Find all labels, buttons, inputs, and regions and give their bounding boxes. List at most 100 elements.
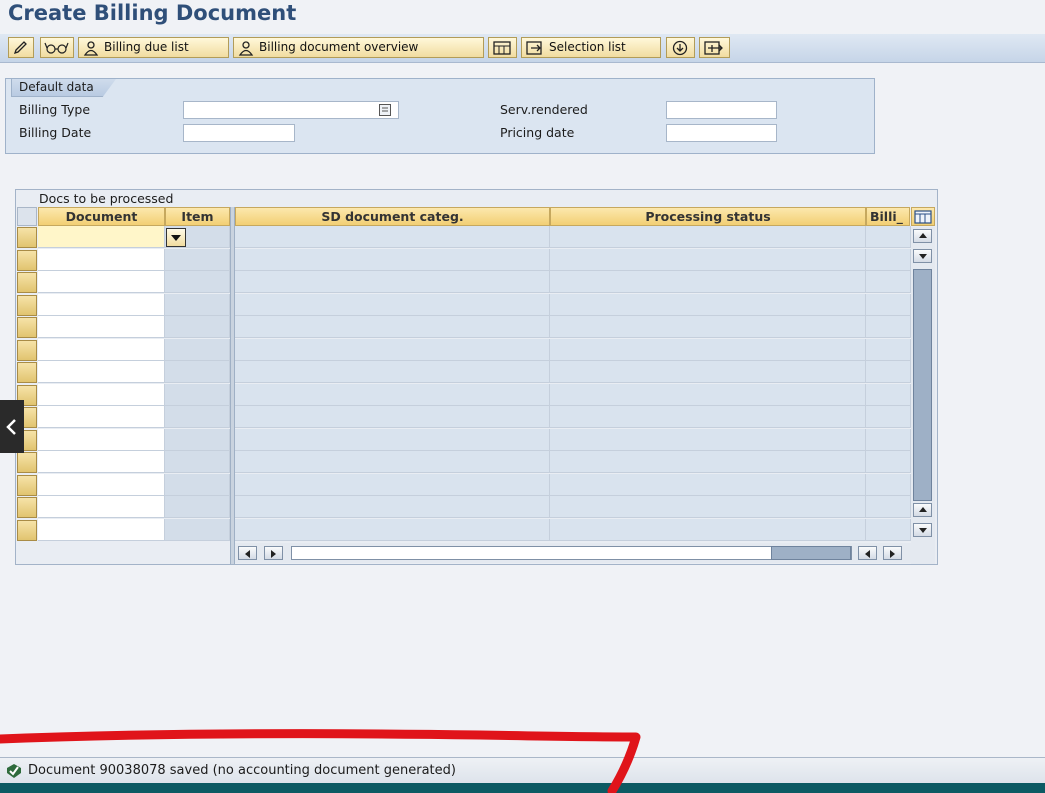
item-cell[interactable] [165, 361, 230, 383]
scroll-right-button[interactable] [264, 546, 283, 560]
item-dropdown-button[interactable] [166, 228, 186, 247]
select-all-cell[interactable] [17, 207, 37, 226]
document-cell[interactable] [38, 338, 165, 361]
chevron-left-icon [6, 418, 16, 435]
document-cell[interactable] [38, 406, 165, 428]
scroll-down-button[interactable] [913, 249, 932, 263]
billing-cell [866, 271, 911, 293]
selection-list-button[interactable]: Selection list [521, 37, 661, 58]
item-cell[interactable] [165, 518, 230, 541]
col-item[interactable]: Item [165, 207, 230, 226]
billing-cell [866, 248, 911, 271]
default-data-group: Default data Billing Type Billing Date S… [5, 78, 875, 154]
selection-list-label: Selection list [549, 40, 626, 54]
sd-document-categ-cell [235, 428, 550, 451]
scroll-thumb[interactable] [913, 269, 932, 501]
billing-due-list-button[interactable]: Billing due list [78, 37, 229, 58]
col-sd-document-categ[interactable]: SD document categ. [235, 207, 550, 226]
document-cell[interactable] [38, 428, 165, 451]
billing-cell [866, 226, 911, 248]
item-cell[interactable] [165, 496, 230, 518]
item-cell[interactable] [165, 293, 230, 316]
item-cell[interactable] [165, 473, 230, 496]
row-selector[interactable] [17, 497, 37, 518]
row-selector[interactable] [17, 294, 37, 316]
expand-button[interactable] [666, 37, 695, 58]
sd-document-categ-cell [235, 473, 550, 496]
billing-date-label: Billing Date [19, 125, 92, 140]
document-cell[interactable] [38, 248, 165, 271]
billing-date-input[interactable] [183, 124, 295, 142]
row-selector[interactable] [17, 452, 37, 473]
sd-document-categ-cell [235, 271, 550, 293]
col-processing-status[interactable]: Processing status [550, 207, 866, 226]
item-cell[interactable] [165, 271, 230, 293]
add-entry-button[interactable] [699, 37, 730, 58]
billing-due-list-label: Billing due list [104, 40, 189, 54]
document-cell[interactable] [38, 451, 165, 473]
row-selector[interactable] [17, 339, 37, 361]
sd-document-categ-cell [235, 338, 550, 361]
table-settings-icon [914, 210, 932, 224]
previous-slide-button[interactable] [0, 400, 24, 453]
scroll-page-left-button[interactable] [858, 546, 877, 560]
row-selector[interactable] [17, 249, 37, 271]
pricing-date-input[interactable] [666, 124, 777, 142]
billing-type-input[interactable] [183, 101, 399, 119]
display-button[interactable] [40, 37, 74, 58]
search-help-icon[interactable] [378, 103, 392, 117]
row-selector[interactable] [17, 227, 37, 248]
row-selector[interactable] [17, 519, 37, 541]
item-cell[interactable] [165, 316, 230, 338]
document-cell[interactable] [38, 271, 165, 293]
item-cell[interactable] [165, 451, 230, 473]
document-cell[interactable] [38, 518, 165, 541]
processing-status-cell [550, 248, 866, 271]
scroll-page-right-button[interactable] [883, 546, 902, 560]
pricing-date-label: Pricing date [500, 125, 575, 140]
docs-table: Docs to be processed Document Item SD do… [15, 189, 938, 565]
column-settings-button[interactable] [911, 207, 935, 226]
edit-button[interactable] [8, 37, 34, 58]
billing-cell [866, 338, 911, 361]
row-selector[interactable] [17, 317, 37, 338]
row-selector[interactable] [17, 474, 37, 496]
billing-cell [866, 383, 911, 406]
sd-document-categ-cell [235, 383, 550, 406]
row-selector[interactable] [17, 362, 37, 383]
document-cell[interactable] [38, 383, 165, 406]
scroll-up-button[interactable] [913, 229, 932, 243]
document-cell[interactable] [38, 226, 165, 248]
scroll-page-up-button[interactable] [913, 503, 932, 517]
scroll-left-button[interactable] [238, 546, 257, 560]
document-cell[interactable] [38, 473, 165, 496]
serv-rendered-input[interactable] [666, 101, 777, 119]
billing-document-overview-button[interactable]: Billing document overview [233, 37, 484, 58]
item-cell[interactable] [165, 383, 230, 406]
h-scroll-thumb[interactable] [771, 546, 851, 560]
document-cell[interactable] [38, 496, 165, 518]
chevron-down-icon [171, 235, 181, 241]
document-flow-button[interactable] [488, 37, 517, 58]
processing-status-cell [550, 316, 866, 338]
col-billing[interactable]: Billi_ [866, 207, 910, 226]
item-cell[interactable] [165, 406, 230, 428]
h-scroll-track[interactable] [291, 546, 852, 560]
scroll-page-down-button[interactable] [913, 523, 932, 537]
processing-status-cell [550, 451, 866, 473]
sd-document-categ-cell [235, 496, 550, 518]
horizontal-scrollbar[interactable] [235, 543, 911, 563]
vertical-scrollbar[interactable] [911, 227, 935, 564]
person-icon [83, 40, 99, 56]
document-cell[interactable] [38, 316, 165, 338]
status-message: Document 90038078 saved (no accounting d… [28, 763, 456, 778]
document-cell[interactable] [38, 361, 165, 383]
sd-document-categ-cell [235, 518, 550, 541]
col-document[interactable]: Document [38, 207, 165, 226]
item-cell[interactable] [165, 338, 230, 361]
billing-document-overview-label: Billing document overview [259, 40, 419, 54]
row-selector[interactable] [17, 272, 37, 293]
item-cell[interactable] [165, 248, 230, 271]
document-cell[interactable] [38, 293, 165, 316]
item-cell[interactable] [165, 428, 230, 451]
